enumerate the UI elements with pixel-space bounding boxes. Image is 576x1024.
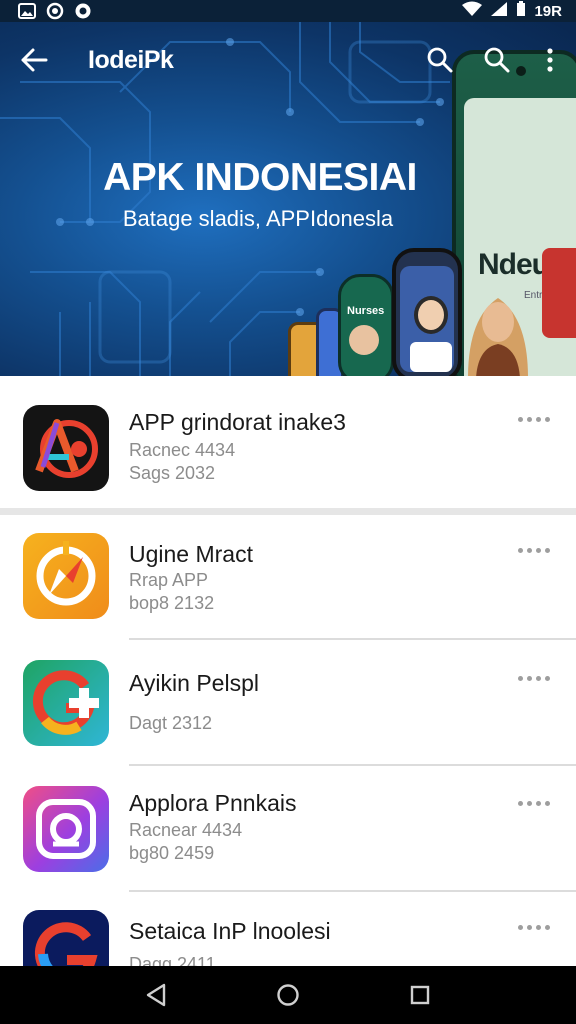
recents-square-icon[interactable] bbox=[402, 977, 438, 1013]
status-bar: 19R bbox=[0, 0, 576, 22]
app-meta-line2: Sags 2032 bbox=[129, 463, 216, 483]
phone-brand-text: Ndeu bbox=[478, 248, 550, 281]
wifi-icon bbox=[462, 1, 483, 21]
app-name: Applora Pnnkais bbox=[129, 790, 297, 816]
signal-icon bbox=[490, 1, 508, 21]
system-nav-bar bbox=[0, 966, 576, 1024]
app-meta-line2: Dagt 2312 bbox=[129, 713, 213, 733]
app-meta-line2: bop8 2132 bbox=[129, 593, 215, 613]
status-time: 19R bbox=[534, 2, 562, 20]
search-icon[interactable] bbox=[426, 46, 454, 74]
hero-banner: G L Ndeu Entre Nurses bbox=[0, 22, 576, 376]
app-meta-line1: Racnear 4434 bbox=[129, 820, 243, 840]
app-a-icon bbox=[23, 405, 109, 491]
app-meta-line2: bg80 2459 bbox=[129, 843, 215, 863]
app-name: Ugine Mract bbox=[129, 541, 253, 567]
more-horiz-icon[interactable] bbox=[518, 412, 550, 426]
screen: 19R Ndeu Entre Nurses IodeiPk APK INDONE… bbox=[0, 0, 576, 1024]
g-plus-icon bbox=[23, 660, 109, 746]
back-triangle-icon[interactable] bbox=[138, 977, 174, 1013]
battery-icon bbox=[516, 1, 526, 21]
app-title: IodeiPk bbox=[88, 46, 174, 74]
image-icon bbox=[18, 2, 36, 20]
camera-icon bbox=[23, 786, 109, 872]
person-image bbox=[468, 298, 528, 376]
section-divider bbox=[0, 508, 576, 515]
app-name: Setaica InP lnoolesi bbox=[129, 918, 331, 944]
list-item[interactable]: Ugine Mract Rrap APP bop8 2132 bbox=[0, 515, 576, 639]
hero-subtitle: Batage sladis, APPIdonesla bbox=[122, 206, 394, 231]
app-meta-line1: Rrap APP bbox=[129, 570, 209, 590]
list-item[interactable]: Ayikin Pelspl Dagt 2312 bbox=[0, 640, 576, 764]
app-name: APP grindorat inake3 bbox=[129, 409, 346, 435]
hero-title: APK INDONESIAI bbox=[103, 156, 417, 199]
compass-icon bbox=[23, 533, 109, 619]
more-horiz-icon[interactable] bbox=[518, 543, 550, 557]
more-vert-icon[interactable] bbox=[540, 46, 560, 74]
circle-icon bbox=[46, 2, 64, 20]
home-circle-icon[interactable] bbox=[270, 977, 306, 1013]
phone-small-image: Nurses bbox=[338, 274, 394, 376]
more-horiz-icon[interactable] bbox=[518, 920, 550, 934]
list-item[interactable]: Setaica InP lnoolesi Dagg 2411 bbox=[0, 892, 576, 996]
list-item[interactable]: Applora Pnnkais Racnear 4434 bg80 2459 bbox=[0, 766, 576, 890]
app-name: Ayikin Pelspl bbox=[129, 670, 259, 696]
circle-icon bbox=[74, 2, 92, 20]
phone-mid-image bbox=[392, 248, 462, 376]
back-arrow-icon[interactable] bbox=[18, 44, 50, 76]
app-bar: IodeiPk bbox=[0, 22, 576, 98]
search-icon[interactable] bbox=[483, 46, 511, 74]
more-horiz-icon[interactable] bbox=[518, 671, 550, 685]
app-meta-line1: Racnec 4434 bbox=[129, 440, 236, 460]
more-horiz-icon[interactable] bbox=[518, 796, 550, 810]
list-item[interactable]: APP grindorat inake3 Racnec 4434 Sags 20… bbox=[0, 376, 576, 508]
phone-label-text: Nurses bbox=[347, 305, 385, 317]
